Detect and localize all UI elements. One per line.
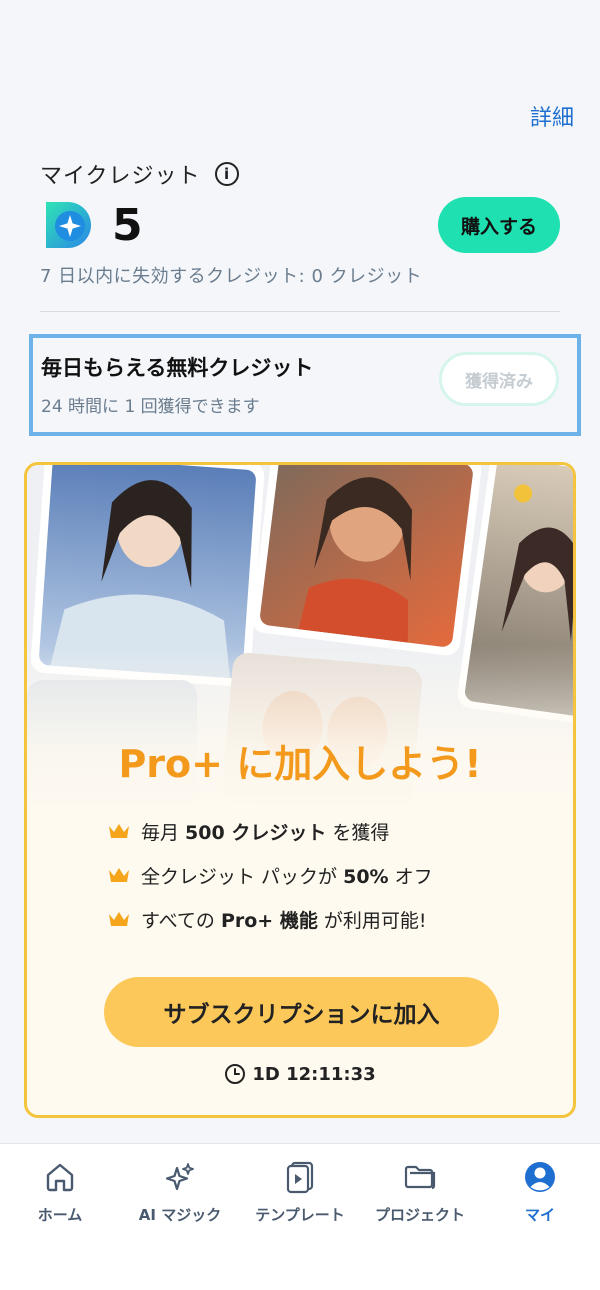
feature-text: 全クレジット パックが 50% オフ [141, 865, 433, 888]
credit-title: マイクレジット [40, 164, 201, 189]
daily-free-credit-box: 毎日もらえる無料クレジット 24 時間に 1 回獲得できます 獲得済み [29, 334, 581, 436]
credit-value-row: 5 [40, 198, 143, 252]
feature-text: 毎月 500 クレジット を獲得 [141, 821, 390, 844]
nav-item-my[interactable]: マイ [480, 1144, 600, 1290]
template-icon [286, 1161, 314, 1194]
crown-icon [109, 868, 129, 882]
nav-item-ai-magic[interactable]: AI マジック [120, 1144, 240, 1290]
nav-label: ホーム [37, 1206, 83, 1224]
subscribe-button[interactable]: サブスクリプションに加入 [104, 977, 499, 1047]
nav-label: テンプレート [255, 1206, 345, 1224]
countdown-timer: 1D 12:11:33 [27, 1063, 573, 1085]
clock-icon [225, 1064, 246, 1084]
feature-item: 毎月 500 クレジット を獲得 [107, 809, 433, 853]
folder-icon [404, 1165, 436, 1190]
sparkle-icon [165, 1163, 194, 1191]
daily-credit-subtitle: 24 時間に 1 回獲得できます [41, 397, 260, 417]
bottom-nav: ホーム AI マジック テンプレート プロジェクト マイ [0, 1143, 600, 1290]
pro-plus-promo-card: Pro+ に加入しよう! 毎月 500 クレジット を獲得 全クレジット パック… [24, 462, 576, 1118]
nav-label: AI マジック [138, 1206, 222, 1224]
nav-label: マイ [524, 1206, 555, 1224]
credit-balance: 5 [112, 199, 143, 251]
crown-icon [109, 912, 129, 926]
nav-item-templates[interactable]: テンプレート [240, 1144, 360, 1290]
credit-title-row: マイクレジット i [40, 158, 239, 190]
divider [40, 311, 560, 312]
claimed-button[interactable]: 獲得済み [439, 352, 559, 406]
home-icon [46, 1163, 74, 1192]
daily-credit-title: 毎日もらえる無料クレジット [41, 356, 314, 380]
crown-icon [109, 824, 129, 838]
expiring-credits-text: 7 日以内に失効するクレジット: 0 クレジット [40, 266, 423, 287]
promo-title: Pro+ に加入しよう! [118, 742, 482, 786]
feature-item: すべての Pro+ 機能 が利用可能! [107, 897, 433, 941]
detail-link[interactable]: 詳細 [530, 100, 574, 132]
nav-item-projects[interactable]: プロジェクト [360, 1144, 480, 1290]
timer-text: 1D 12:11:33 [252, 1063, 376, 1085]
feature-text: すべての Pro+ 機能 が利用可能! [141, 909, 427, 932]
nav-label: プロジェクト [374, 1206, 465, 1224]
buy-credits-button[interactable]: 購入する [438, 197, 560, 253]
my-credits-page: 詳細 マイクレジット i 5 購入する 7 日以内に失効するクレジット: 0 ク… [0, 0, 600, 1290]
credit-coin-icon [46, 202, 91, 248]
feature-list: 毎月 500 クレジット を獲得 全クレジット パックが 50% オフ すべての… [107, 809, 433, 941]
profile-icon [525, 1162, 555, 1192]
feature-item: 全クレジット パックが 50% オフ [107, 853, 433, 897]
nav-item-home[interactable]: ホーム [0, 1144, 120, 1290]
info-icon[interactable]: i [214, 162, 239, 186]
